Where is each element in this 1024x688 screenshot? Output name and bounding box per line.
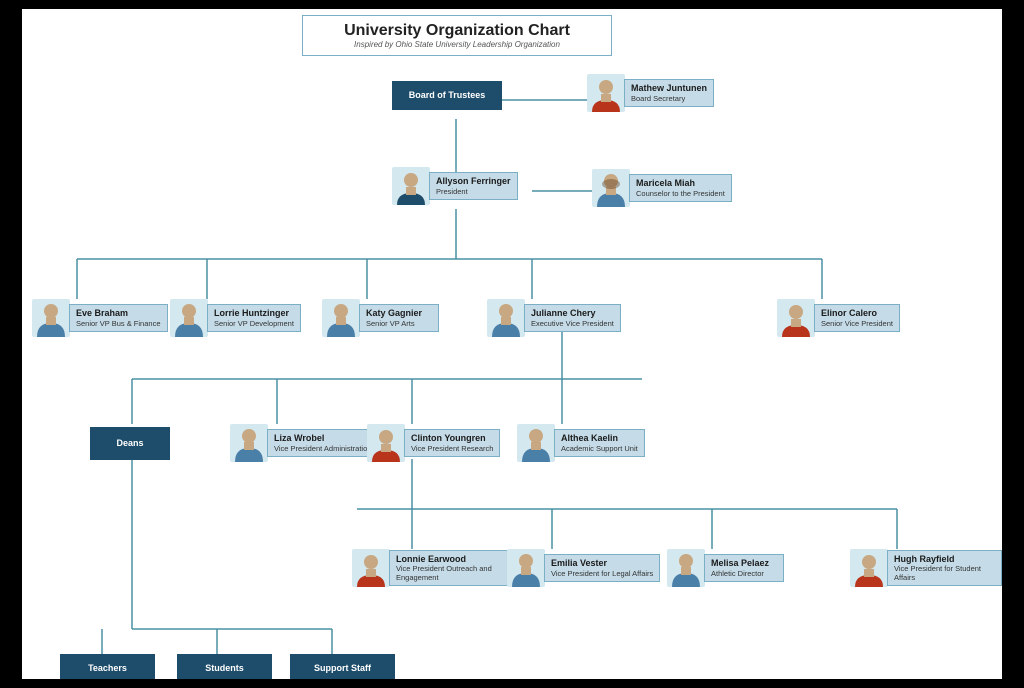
chart-subtitle: Inspired by Ohio State University Leader… <box>313 40 601 49</box>
board-node: Board of Trustees <box>392 81 502 110</box>
melisa-name: Melisa Pelaez <box>711 558 777 569</box>
eve-title: Senior VP Bus & Finance <box>76 319 161 328</box>
clinton-name: Clinton Youngren <box>411 433 493 444</box>
melisa-title: Athletic Director <box>711 569 777 578</box>
teachers-name: Teachers <box>73 663 142 674</box>
mathew-name: Mathew Juntunen <box>631 83 707 94</box>
maricela-name: Maricela Miah <box>636 178 725 189</box>
eve-node: Eve Braham Senior VP Bus & Finance <box>32 299 168 337</box>
lorrie-title: Senior VP Development <box>214 319 294 328</box>
lonnie-title: Vice President Outreach and Engagement <box>396 564 512 582</box>
support-name: Support Staff <box>303 663 382 674</box>
althea-node: Althea Kaelin Academic Support Unit <box>517 424 645 462</box>
clinton-title: Vice President Research <box>411 444 493 453</box>
hugh-name: Hugh Rayfield <box>894 554 995 565</box>
chart-title-box: University Organization Chart Inspired b… <box>302 15 612 56</box>
elinor-title: Senior Vice President <box>821 319 893 328</box>
katy-node: Katy Gagnier Senior VP Arts <box>322 299 439 337</box>
elinor-node: Elinor Calero Senior Vice President <box>777 299 900 337</box>
deans-name: Deans <box>107 438 153 449</box>
board-name: Board of Trustees <box>405 90 489 101</box>
hugh-title: Vice President for Student Affairs <box>894 564 995 582</box>
lonnie-node: Lonnie Earwood Vice President Outreach a… <box>352 549 519 587</box>
lonnie-name: Lonnie Earwood <box>396 554 512 565</box>
allyson-node: Allyson Ferringer President <box>392 167 518 205</box>
emilia-title: Vice President for Legal Affairs <box>551 569 653 578</box>
emilia-node: Emilia Vester Vice President for Legal A… <box>507 549 660 587</box>
liza-node: Liza Wrobel Vice President Administratio… <box>230 424 378 462</box>
julianne-title: Executive Vice President <box>531 319 614 328</box>
althea-title: Academic Support Unit <box>561 444 638 453</box>
allyson-name: Allyson Ferringer <box>436 176 511 187</box>
lorrie-name: Lorrie Huntzinger <box>214 308 294 319</box>
maricela-node: Maricela Miah Counselor to the President <box>592 169 732 207</box>
support-node: Support Staff <box>290 654 395 679</box>
althea-name: Althea Kaelin <box>561 433 638 444</box>
julianne-node: Julianne Chery Executive Vice President <box>487 299 621 337</box>
katy-title: Senior VP Arts <box>366 319 432 328</box>
maricela-title: Counselor to the President <box>636 189 725 198</box>
students-node: Students <box>177 654 272 679</box>
katy-name: Katy Gagnier <box>366 308 432 319</box>
liza-title: Vice President Administration <box>274 444 371 453</box>
chart-title: University Organization Chart <box>313 22 601 40</box>
julianne-name: Julianne Chery <box>531 308 614 319</box>
elinor-name: Elinor Calero <box>821 308 893 319</box>
deans-node: Deans <box>90 427 170 460</box>
melisa-node: Melisa Pelaez Athletic Director <box>667 549 784 587</box>
emilia-name: Emilia Vester <box>551 558 653 569</box>
students-name: Students <box>190 663 259 674</box>
mathew-node: Mathew Juntunen Board Secretary <box>587 74 714 112</box>
eve-name: Eve Braham <box>76 308 161 319</box>
liza-name: Liza Wrobel <box>274 433 371 444</box>
lorrie-node: Lorrie Huntzinger Senior VP Development <box>170 299 301 337</box>
teachers-node: Teachers <box>60 654 155 679</box>
clinton-node: Clinton Youngren Vice President Research <box>367 424 500 462</box>
hugh-node: Hugh Rayfield Vice President for Student… <box>850 549 1002 587</box>
allyson-title: President <box>436 187 511 196</box>
mathew-title: Board Secretary <box>631 94 707 103</box>
